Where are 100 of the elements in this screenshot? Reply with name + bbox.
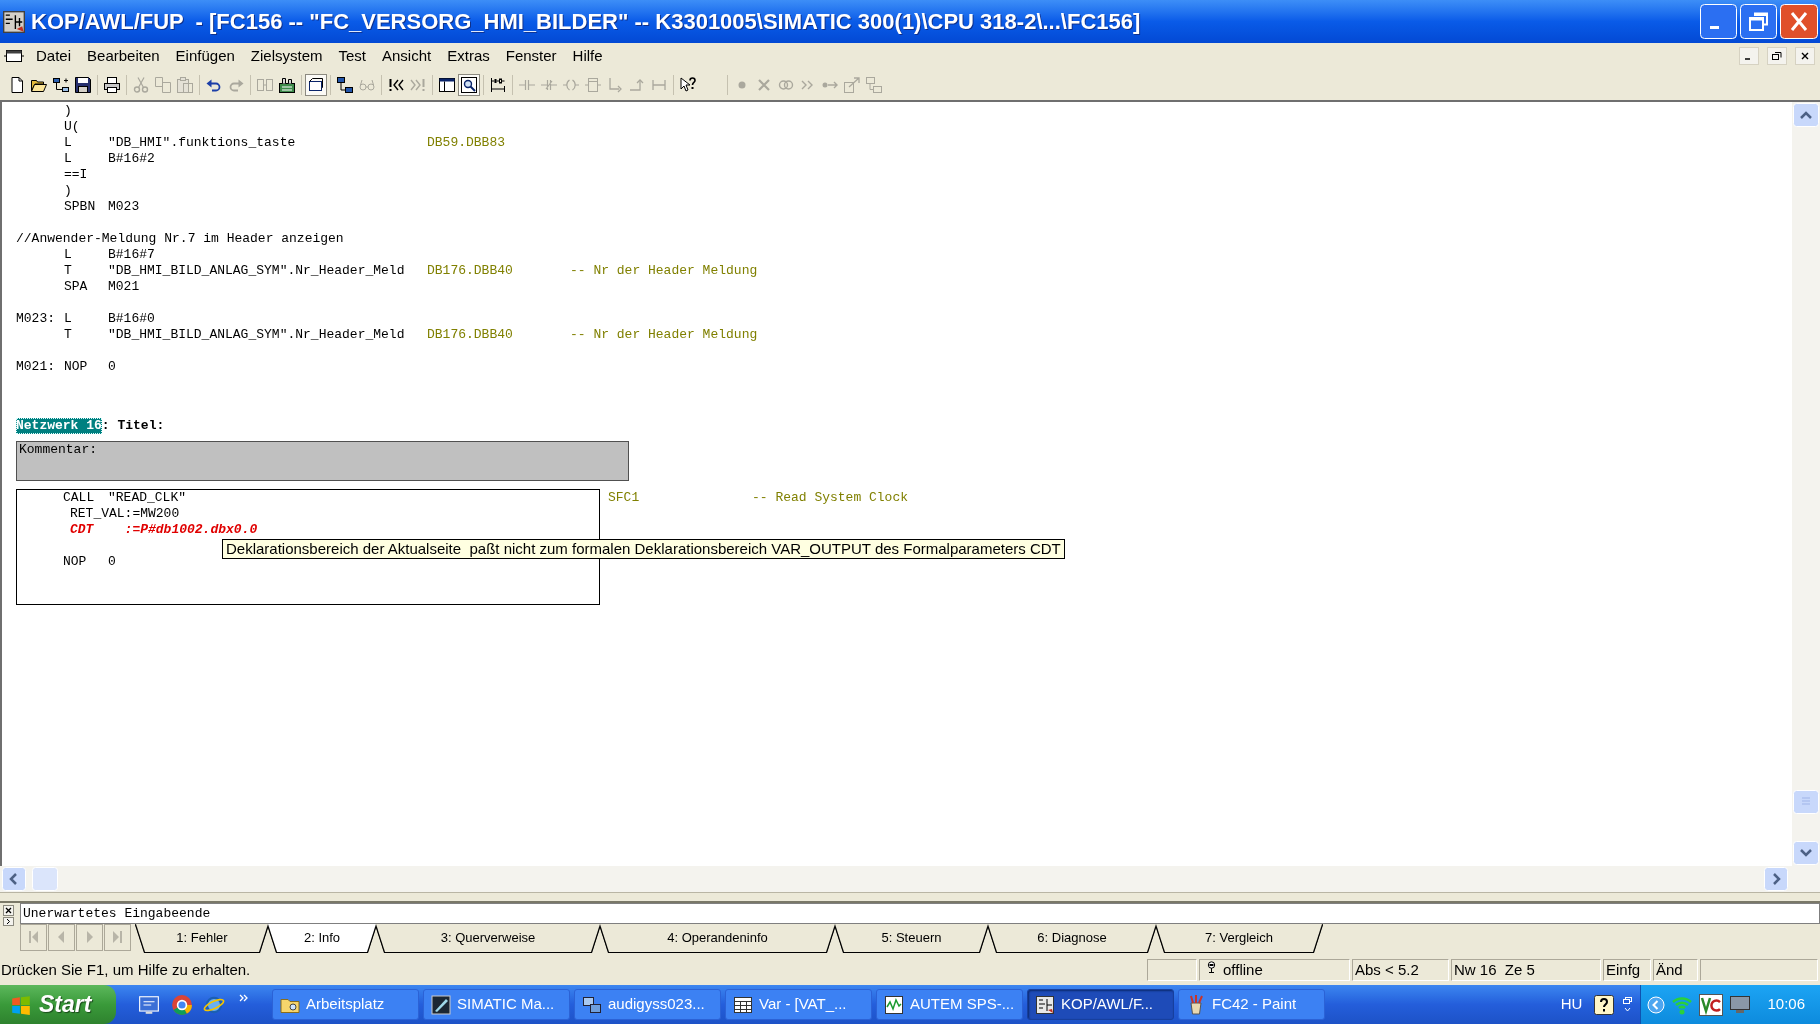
module-rack-icon[interactable] bbox=[279, 76, 295, 93]
window-title: KOP/AWL/FUP - [FC156 -- "FC_VERSORG_HMI_BILDER" -- K3301005\SIMATIC 300(1)\CPU 318-2\...\FC156] bbox=[31, 8, 1141, 36]
instruction: NOP bbox=[63, 554, 87, 569]
instruction: ) bbox=[64, 183, 72, 198]
start-button[interactable]: Start bbox=[0, 985, 116, 1024]
operand: B#16#7 bbox=[108, 247, 155, 262]
instruction: L bbox=[64, 247, 72, 262]
new-file-icon[interactable] bbox=[9, 76, 25, 93]
operand: B#16#2 bbox=[108, 151, 155, 166]
status-pane: Einfg bbox=[1603, 959, 1651, 981]
chevron-icon[interactable] bbox=[3, 917, 14, 926]
restore-icon[interactable] bbox=[1767, 47, 1787, 65]
menu-item[interactable]: Extras bbox=[439, 45, 498, 67]
exclamation-chevrons-icon[interactable] bbox=[388, 76, 404, 93]
operand: B#16#0 bbox=[108, 311, 155, 326]
menu-item[interactable]: Datei bbox=[28, 45, 80, 67]
scroll-thumb[interactable] bbox=[1793, 790, 1819, 814]
instruction: CALL bbox=[63, 490, 95, 505]
pin-icon bbox=[1206, 960, 1217, 974]
printer-icon[interactable] bbox=[104, 76, 120, 93]
operand: 0 bbox=[108, 554, 116, 570]
taskbar-button[interactable]: AUTEM SPS-... bbox=[876, 989, 1023, 1020]
menu-item[interactable]: Test bbox=[330, 45, 374, 67]
network-caption: : Titel: bbox=[101, 418, 165, 434]
ladder-diagram-icon[interactable] bbox=[490, 76, 506, 93]
magnifier-icon[interactable] bbox=[458, 73, 480, 96]
menu-item[interactable]: Fenster bbox=[497, 45, 565, 67]
menu-item[interactable]: Hilfe bbox=[564, 45, 611, 67]
status-pane bbox=[1147, 959, 1197, 981]
operand: M021 bbox=[108, 279, 140, 294]
window-frame-icon[interactable] bbox=[305, 73, 327, 96]
taskbar-button[interactable]: FC42 - Paint bbox=[1178, 989, 1325, 1020]
clock: 10:06 bbox=[1767, 994, 1805, 1015]
screen-icon[interactable] bbox=[138, 993, 160, 1016]
parameter-assignment: CDT :=P#db1002.dbx0.0 bbox=[70, 522, 258, 538]
ladder-window-icon bbox=[1035, 994, 1055, 1015]
instruction: T bbox=[64, 327, 72, 342]
menu-item[interactable]: Bearbeiten bbox=[79, 45, 168, 67]
network-nodes-icon[interactable] bbox=[337, 76, 353, 93]
computers-icon bbox=[582, 994, 602, 1015]
instruction: L bbox=[64, 311, 72, 326]
taskbar-button[interactable]: KOP/AWL/F... bbox=[1027, 989, 1174, 1020]
absolute-address: DB59.DBB83 bbox=[427, 135, 505, 150]
instruction: SPBN bbox=[64, 199, 96, 214]
chevron-circle-icon[interactable] bbox=[1647, 995, 1666, 1014]
app-icon bbox=[3, 10, 25, 33]
tricolor-circle-icon[interactable] bbox=[171, 993, 193, 1016]
status-pane: Abs < 5.2 bbox=[1352, 959, 1449, 981]
taskbar-button[interactable]: SIMATIC Ma... bbox=[423, 989, 570, 1020]
pen-tile-icon bbox=[431, 994, 451, 1015]
line-comment: -- Read System Clock bbox=[752, 490, 909, 506]
tooltip: Deklarationsbereich der Aktualseite paßt nicht zum formalen Deklarationsbereich VAR_OUTPUT des Formalparameters CDT bbox=[222, 539, 1065, 559]
jump-label: M021: bbox=[16, 359, 55, 374]
comment-field[interactable]: Kommentar: bbox=[16, 441, 629, 481]
operand: "DB_HMI".funktions_taste bbox=[108, 135, 296, 150]
flag-icon bbox=[10, 993, 32, 1016]
operand: M023 bbox=[108, 199, 140, 214]
minimize-icon[interactable] bbox=[1739, 47, 1759, 65]
menu-item[interactable]: Ansicht bbox=[374, 45, 440, 67]
instruction: L bbox=[64, 135, 72, 150]
operand: "DB_HMI_BILD_ANLAG_SYM".Nr_Header_Meld bbox=[108, 327, 405, 342]
taskbar-button[interactable]: Var - [VAT_... bbox=[725, 989, 872, 1020]
restore-small-icon[interactable] bbox=[1623, 996, 1633, 1013]
node-tree-icon[interactable] bbox=[53, 76, 69, 93]
message-field: Unerwartetes Eingabeende bbox=[20, 903, 1820, 924]
scroll-right-icon[interactable] bbox=[1764, 867, 1788, 891]
taskbar-button[interactable]: Arbeitsplatz bbox=[272, 989, 419, 1020]
help-icon[interactable] bbox=[1594, 994, 1615, 1015]
instruction: U( bbox=[64, 119, 80, 134]
help-pointer-icon[interactable] bbox=[680, 76, 696, 93]
instruction: ==I bbox=[64, 167, 88, 182]
close-icon[interactable] bbox=[1795, 47, 1815, 65]
instruction: T bbox=[64, 263, 72, 278]
scroll-left-icon[interactable] bbox=[2, 867, 26, 891]
scroll-up-icon[interactable] bbox=[1793, 103, 1819, 127]
operand: "DB_HMI_BILD_ANLAG_SYM".Nr_Header_Meld bbox=[108, 263, 405, 278]
document-window-icon[interactable] bbox=[4, 48, 24, 64]
absolute-address: DB176.DBB40 bbox=[427, 263, 513, 278]
network-title[interactable]: Netzwerk 16 bbox=[16, 418, 102, 434]
split-window-icon[interactable] bbox=[439, 76, 455, 93]
menu-item[interactable]: Zielsystem bbox=[242, 45, 331, 67]
taskbar-button[interactable]: audigyss023... bbox=[574, 989, 721, 1020]
language-indicator[interactable]: HU bbox=[1560, 993, 1583, 1016]
line-comment: -- Nr der Header Meldung bbox=[570, 327, 758, 343]
menu-item[interactable]: Einfügen bbox=[167, 45, 243, 67]
instruction: NOP bbox=[64, 359, 88, 374]
monitor-icon[interactable] bbox=[1729, 994, 1752, 1015]
status-pane: Änd bbox=[1653, 959, 1698, 981]
panel-tab[interactable]: 2: Info bbox=[268, 924, 376, 952]
scroll-thumb[interactable] bbox=[32, 867, 58, 891]
parameter-assignment: RET_VAL:=MW200 bbox=[70, 506, 180, 522]
line-comment: -- Nr der Header Meldung bbox=[570, 263, 758, 279]
instruction: L bbox=[64, 151, 72, 166]
scroll-down-icon[interactable] bbox=[1793, 841, 1819, 865]
tray-app-icon[interactable] bbox=[1699, 993, 1724, 1016]
splitter-bar[interactable] bbox=[0, 892, 1820, 903]
close-icon[interactable] bbox=[3, 905, 14, 916]
jump-label: M023: bbox=[16, 311, 55, 326]
absolute-address: SFC1 bbox=[608, 490, 640, 505]
absolute-address: DB176.DBB40 bbox=[427, 327, 513, 342]
